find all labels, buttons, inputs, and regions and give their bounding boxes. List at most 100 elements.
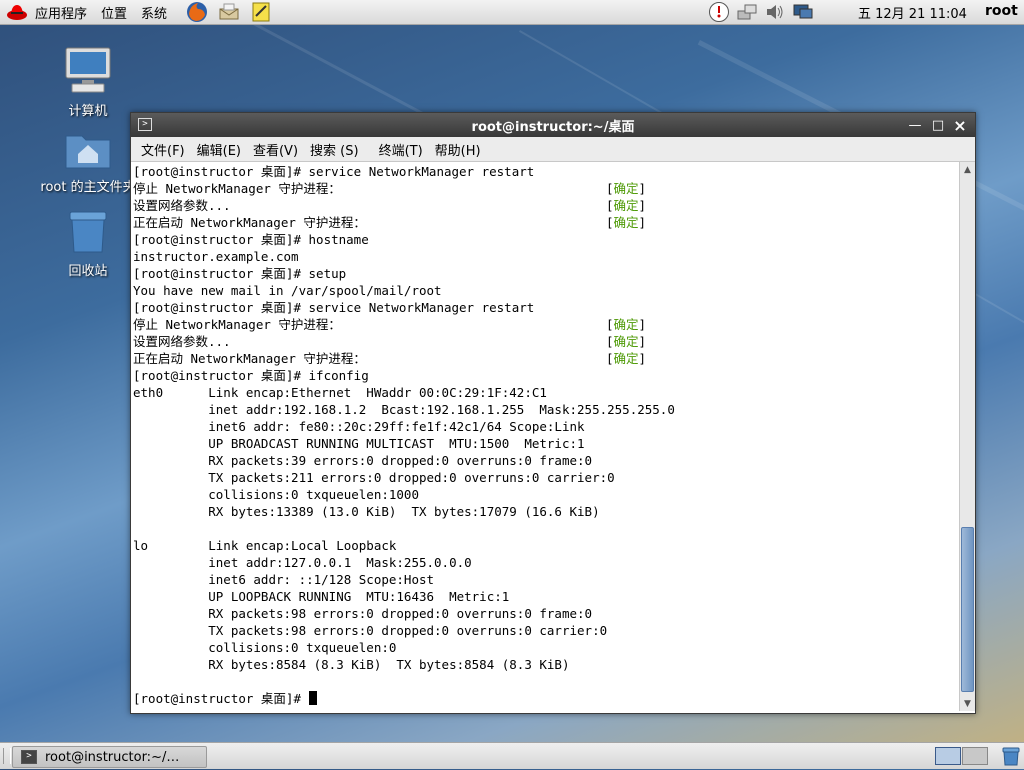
menu-search[interactable]: 搜索 (S) xyxy=(304,140,365,159)
mail-icon[interactable] xyxy=(218,1,240,23)
menu-file[interactable]: 文件(F) xyxy=(135,140,191,159)
terminal-line-text: eth0 Link encap:Ethernet HWaddr 00:0C:29… xyxy=(133,385,547,400)
workspace-2[interactable] xyxy=(962,747,988,765)
scroll-up-icon[interactable]: ▲ xyxy=(960,162,975,177)
terminal-line: RX packets:39 errors:0 dropped:0 overrun… xyxy=(133,452,959,469)
menu-edit[interactable]: 编辑(E) xyxy=(191,140,247,159)
clock[interactable]: 五 12月 21 11:04 xyxy=(858,3,967,22)
terminal-line: [root@instructor 桌面]# ifconfig xyxy=(133,367,959,384)
terminal-line: inet addr:192.168.1.2 Bcast:192.168.1.25… xyxy=(133,401,959,418)
terminal-line: eth0 Link encap:Ethernet HWaddr 00:0C:29… xyxy=(133,384,959,401)
network-icon[interactable] xyxy=(733,1,761,23)
terminal-line-text: inet6 addr: ::1/128 Scope:Host xyxy=(133,572,435,587)
terminal-line-text: RX bytes:13389 (13.0 KiB) TX bytes:17079… xyxy=(133,504,600,519)
menu-places[interactable]: 位置 xyxy=(94,0,134,24)
terminal-line-text: collisions:0 txqueuelen:0 xyxy=(133,640,397,655)
volume-icon[interactable] xyxy=(761,1,789,23)
desktop-icon-trash[interactable]: 回收站 xyxy=(33,210,143,279)
menu-bar: 文件(F) 编辑(E) 查看(V) 搜索 (S) 终端(T) 帮助(H) xyxy=(131,137,975,162)
status-ok-text: 确定 xyxy=(613,334,639,349)
maximize-button[interactable]: □ xyxy=(929,116,947,134)
status-ok-text: 确定 xyxy=(613,351,639,366)
terminal-line-text: 设置网络参数... xyxy=(133,334,231,349)
terminal-line: RX packets:98 errors:0 dropped:0 overrun… xyxy=(133,605,959,622)
terminal-window: > root@instructor:~/桌面 — □ × 文件(F) 编辑(E)… xyxy=(130,112,976,714)
title-bar[interactable]: > root@instructor:~/桌面 — □ × xyxy=(131,113,975,137)
terminal-line: inet6 addr: ::1/128 Scope:Host xyxy=(133,571,959,588)
home-folder-icon xyxy=(33,130,143,174)
taskbar-terminal-button[interactable]: > root@instructor:~/… xyxy=(12,746,207,768)
status-ok-badge: [确定] xyxy=(606,215,647,230)
menu-terminal[interactable]: 终端(T) xyxy=(373,140,429,159)
note-editor-icon[interactable] xyxy=(250,1,272,23)
firefox-icon[interactable] xyxy=(186,1,208,23)
desktop-icon-home[interactable]: root 的主文件夹 xyxy=(33,130,143,195)
scrollbar-thumb[interactable] xyxy=(961,527,974,692)
taskbar-button-label: root@instructor:~/… xyxy=(45,749,180,765)
terminal-line: 设置网络参数... [确定] xyxy=(133,197,959,214)
terminal-icon: > xyxy=(21,750,37,764)
scrollbar[interactable]: ▲ ▼ xyxy=(959,162,975,711)
terminal-line-text: [root@instructor 桌面]# service NetworkMan… xyxy=(133,300,535,315)
status-ok-badge: [确定] xyxy=(606,317,647,332)
status-ok-text: 确定 xyxy=(613,198,639,213)
terminal-line-text: RX packets:98 errors:0 dropped:0 overrun… xyxy=(133,606,593,621)
status-ok-badge: [确定] xyxy=(606,351,647,366)
terminal-line-text: 停止 NetworkManager 守护进程： xyxy=(133,181,341,196)
status-ok-badge: [确定] xyxy=(606,198,647,213)
terminal-line: inet addr:127.0.0.1 Mask:255.0.0.0 xyxy=(133,554,959,571)
terminal-line: TX packets:211 errors:0 dropped:0 overru… xyxy=(133,469,959,486)
terminal-line-text: instructor.example.com xyxy=(133,249,299,264)
terminal-line: TX packets:98 errors:0 dropped:0 overrun… xyxy=(133,622,959,639)
terminal-line-text: 停止 NetworkManager 守护进程： xyxy=(133,317,341,332)
terminal-output[interactable]: [root@instructor 桌面]# service NetworkMan… xyxy=(131,162,959,712)
terminal-line: UP LOOPBACK RUNNING MTU:16436 Metric:1 xyxy=(133,588,959,605)
terminal-line-text: inet addr:192.168.1.2 Bcast:192.168.1.25… xyxy=(133,402,675,417)
desktop-icon-computer[interactable]: 计算机 xyxy=(33,46,143,119)
terminal-line-text: You have new mail in /var/spool/mail/roo… xyxy=(133,283,442,298)
terminal-line-text: [root@instructor 桌面]# hostname xyxy=(133,232,369,247)
trash-icon xyxy=(33,210,143,258)
menu-help[interactable]: 帮助(H) xyxy=(429,140,487,159)
show-desktop-button[interactable] xyxy=(3,748,11,764)
terminal-line-text: [root@instructor 桌面]# setup xyxy=(133,266,347,281)
terminal-line: [root@instructor 桌面]# xyxy=(133,690,959,707)
terminal-line-text: UP BROADCAST RUNNING MULTICAST MTU:1500 … xyxy=(133,436,585,451)
terminal-line: 正在启动 NetworkManager 守护进程： [确定] xyxy=(133,214,959,231)
terminal-line-text: RX packets:39 errors:0 dropped:0 overrun… xyxy=(133,453,593,468)
terminal-line: 设置网络参数... [确定] xyxy=(133,333,959,350)
trash-applet-icon[interactable] xyxy=(1001,746,1021,766)
status-ok-text: 确定 xyxy=(613,317,639,332)
terminal-line: instructor.example.com xyxy=(133,248,959,265)
terminal-line: 正在启动 NetworkManager 守护进程： [确定] xyxy=(133,350,959,367)
terminal-line-text: TX packets:98 errors:0 dropped:0 overrun… xyxy=(133,623,608,638)
terminal-line-text: inet6 addr: fe80::20c:29ff:fe1f:42c1/64 … xyxy=(133,419,585,434)
minimize-button[interactable]: — xyxy=(906,116,924,134)
terminal-line: [root@instructor 桌面]# setup xyxy=(133,265,959,282)
close-button[interactable]: × xyxy=(951,116,969,135)
system-tray xyxy=(705,0,817,24)
menu-view[interactable]: 查看(V) xyxy=(247,140,304,159)
window-title: root@instructor:~/桌面 xyxy=(471,119,635,135)
user-name[interactable]: root xyxy=(985,3,1018,19)
terminal-line: UP BROADCAST RUNNING MULTICAST MTU:1500 … xyxy=(133,435,959,452)
update-notifier-icon[interactable] xyxy=(705,1,733,23)
redhat-logo-icon[interactable] xyxy=(6,2,28,22)
menu-system[interactable]: 系统 xyxy=(134,0,174,24)
terminal-line-text: 设置网络参数... xyxy=(133,198,231,213)
workspace-1[interactable] xyxy=(935,747,961,765)
terminal-line-text: 正在启动 NetworkManager 守护进程： xyxy=(133,215,366,230)
scroll-down-icon[interactable]: ▼ xyxy=(960,696,975,711)
terminal-line: [root@instructor 桌面]# service NetworkMan… xyxy=(133,163,959,180)
display-icon[interactable] xyxy=(789,1,817,23)
terminal-line-text: 正在启动 NetworkManager 守护进程： xyxy=(133,351,366,366)
terminal-line: [root@instructor 桌面]# hostname xyxy=(133,231,959,248)
terminal-line: lo Link encap:Local Loopback xyxy=(133,537,959,554)
desktop-icon-label: 计算机 xyxy=(68,104,108,119)
terminal-line: [root@instructor 桌面]# service NetworkMan… xyxy=(133,299,959,316)
menu-applications[interactable]: 应用程序 xyxy=(28,0,94,24)
terminal-line-text: RX bytes:8584 (8.3 KiB) TX bytes:8584 (8… xyxy=(133,657,570,672)
terminal-line: RX bytes:8584 (8.3 KiB) TX bytes:8584 (8… xyxy=(133,656,959,673)
